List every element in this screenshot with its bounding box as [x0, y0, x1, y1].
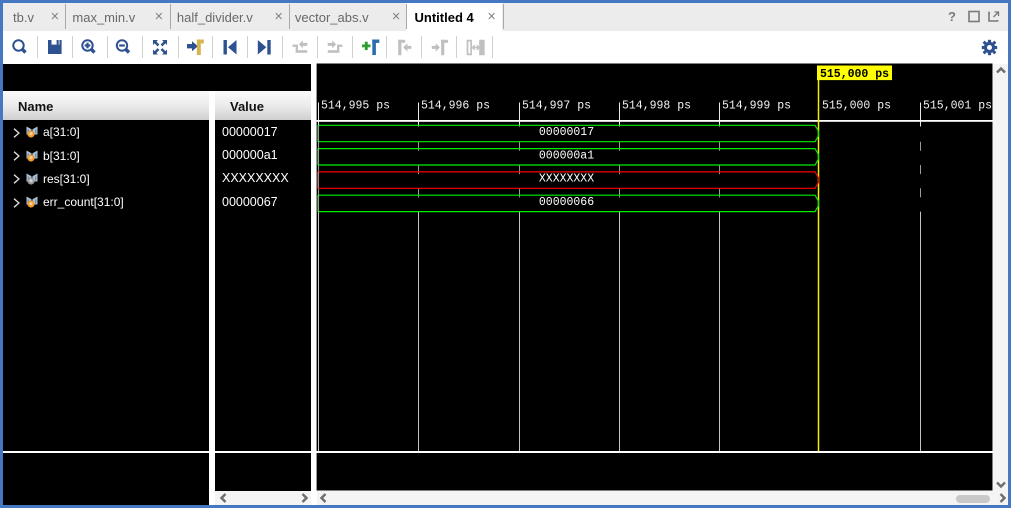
svg-text:00000066: 00000066 [539, 196, 594, 209]
svg-text:515,000 ps: 515,000 ps [820, 68, 889, 81]
svg-text:?: ? [948, 9, 956, 24]
svg-text:514,998 ps: 514,998 ps [622, 100, 691, 113]
svg-text:514,999 ps: 514,999 ps [722, 100, 791, 113]
svg-text:00000017: 00000017 [539, 126, 594, 139]
svg-text:515,000 ps: 515,000 ps [822, 100, 891, 113]
svg-text:000000a1: 000000a1 [539, 149, 594, 162]
svg-text:515,001 ps: 515,001 ps [923, 100, 992, 113]
svg-text:514,996 ps: 514,996 ps [421, 100, 490, 113]
svg-text:514,997 ps: 514,997 ps [522, 100, 591, 113]
svg-text:XXXXXXXX: XXXXXXXX [539, 173, 594, 186]
svg-text:514,995 ps: 514,995 ps [321, 100, 390, 113]
